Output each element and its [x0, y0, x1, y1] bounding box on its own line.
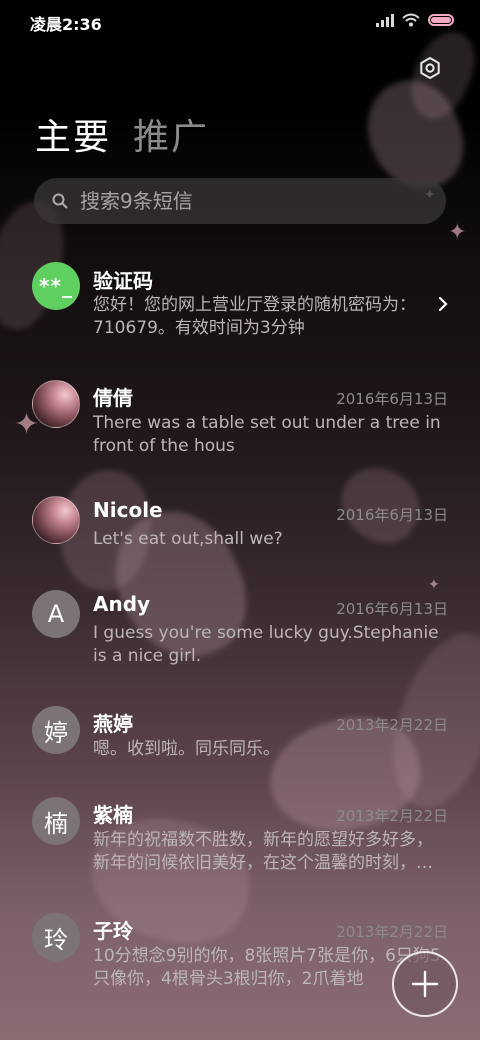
message-date: 2013年2月22日	[336, 807, 448, 825]
contact-name: 燕婷	[93, 712, 133, 736]
message-date: 2013年2月22日	[336, 716, 448, 734]
plus-icon	[411, 970, 439, 998]
avatar: 楠	[32, 797, 80, 845]
avatar: 玲	[32, 913, 80, 961]
search-input[interactable]	[78, 188, 402, 214]
contact-name: Nicole	[93, 498, 163, 522]
message-date: 2016年6月13日	[336, 600, 448, 618]
conversation-row[interactable]: 倩倩 2016年6月13日 There was a table set out …	[0, 370, 480, 470]
settings-icon[interactable]	[418, 56, 442, 80]
status-time: 凌晨2:36	[30, 15, 102, 34]
avatar: 婷	[32, 706, 80, 754]
message-preview: Let's eat out,shall we?	[93, 529, 283, 549]
avatar: A	[32, 590, 80, 638]
contact-name: Andy	[93, 592, 151, 616]
battery-icon	[428, 14, 454, 26]
contact-name: 验证码	[93, 269, 153, 293]
status-bar: 凌晨2:36	[0, 0, 480, 44]
contact-name: 子玲	[93, 919, 133, 943]
conversation-row[interactable]: **_ 验证码 您好！您的网上营业厅登录的随机密码为：710679。有效时间为3…	[0, 250, 480, 350]
status-icons	[376, 13, 454, 27]
message-preview: 新年的祝福数不胜数，新年的愿望好多好多，新年的问候依旧美好，在这个温馨的时刻，…	[93, 830, 433, 873]
wifi-icon	[402, 13, 420, 27]
conversation-row[interactable]: Nicole 2016年6月13日 Let's eat out,shall we…	[0, 486, 480, 566]
search-bar[interactable]	[34, 178, 446, 224]
search-icon	[52, 193, 68, 209]
conversation-row[interactable]: A Andy 2016年6月13日 I guess you're some lu…	[0, 580, 480, 680]
message-preview: I guess you're some lucky guy.Stephanie …	[93, 623, 439, 666]
compose-button[interactable]	[392, 951, 458, 1017]
avatar	[32, 496, 80, 544]
message-preview: 您好！您的网上营业厅登录的随机密码为：710679。有效时间为3分钟	[93, 295, 416, 338]
category-tabs: 主要 推广	[35, 108, 209, 160]
signal-icon	[376, 13, 394, 27]
message-date: 2013年2月22日	[336, 923, 448, 941]
tab-primary[interactable]: 主要	[35, 108, 111, 160]
contact-name: 紫楠	[93, 803, 133, 827]
contact-name: 倩倩	[93, 386, 133, 410]
message-date: 2016年6月13日	[336, 506, 448, 524]
message-preview: 嗯。收到啦。同乐同乐。	[93, 739, 280, 759]
avatar	[32, 380, 80, 428]
tab-promotions[interactable]: 推广	[133, 108, 209, 160]
conversation-row[interactable]: 楠 紫楠 2013年2月22日 新年的祝福数不胜数，新年的愿望好多好多，新年的问…	[0, 790, 480, 890]
conversation-row[interactable]: 婷 燕婷 2013年2月22日 嗯。收到啦。同乐同乐。	[0, 696, 480, 776]
message-preview: There was a table set out under a tree i…	[93, 413, 441, 456]
avatar: **_	[32, 262, 80, 310]
message-date: 2016年6月13日	[336, 390, 448, 408]
chevron-right-icon	[438, 296, 448, 312]
